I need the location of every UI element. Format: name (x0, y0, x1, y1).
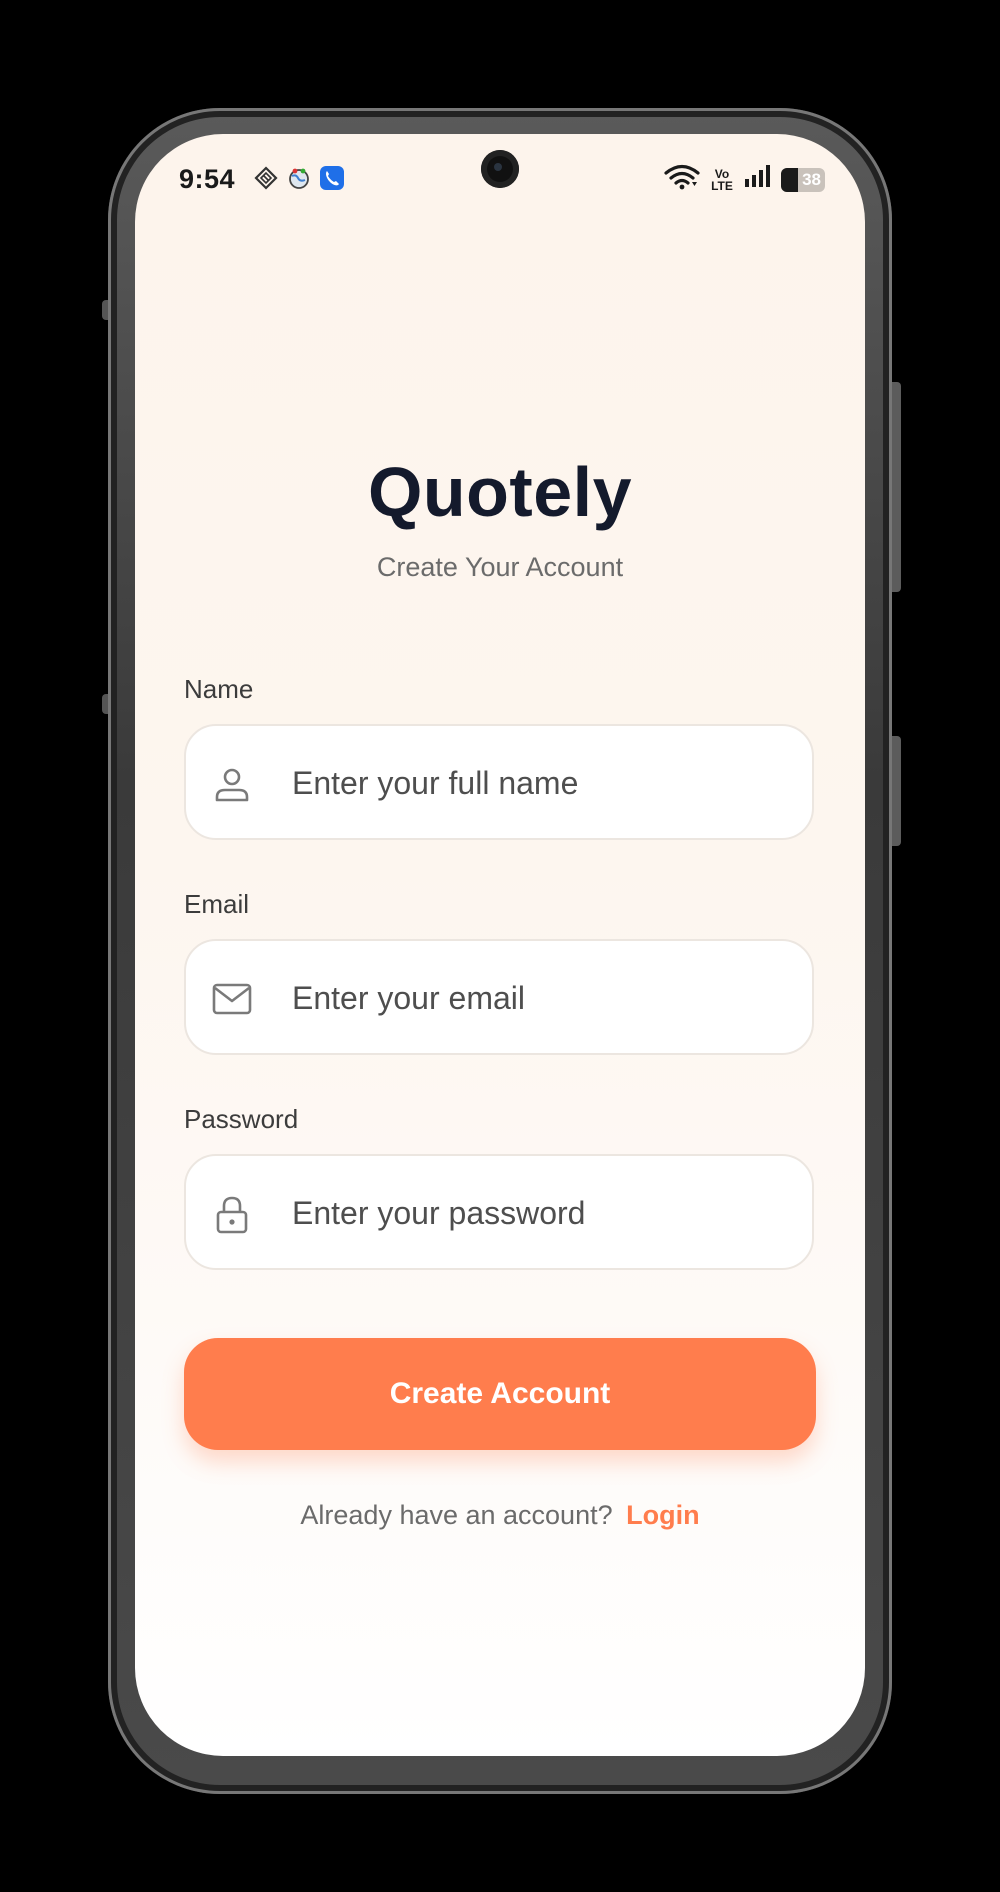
login-prompt: Already have an account? Login (135, 1500, 865, 1531)
status-time: 9:54 (179, 164, 236, 194)
tag-icon (253, 165, 279, 191)
login-link[interactable]: Login (626, 1500, 699, 1530)
volume-button (892, 736, 901, 846)
password-label: Password (184, 1104, 299, 1134)
power-button (892, 382, 901, 592)
front-camera (481, 150, 519, 188)
volte-indicator: Vo LTE (711, 166, 733, 193)
app-title: Quotely (367, 453, 633, 531)
page-subtitle: Create Your Account (376, 552, 624, 582)
lock-icon (212, 1194, 252, 1234)
device-stage: 9:54 Vo LTE 38 Quotely Create Your Accou… (0, 0, 1000, 1892)
name-field[interactable] (184, 724, 814, 840)
battery-icon: 38 (781, 167, 825, 192)
create-account-button[interactable]: Create Account (184, 1338, 816, 1450)
name-label: Name (184, 674, 254, 704)
system-icons: Vo LTE 38 (664, 164, 825, 195)
password-input[interactable] (290, 1156, 794, 1270)
status-bar: 9:54 Vo LTE 38 (135, 134, 865, 224)
wifi-icon (664, 164, 700, 195)
globe-icon (286, 165, 312, 191)
email-label: Email (184, 889, 250, 919)
signal-icon (744, 165, 772, 194)
phone-app-icon (319, 165, 345, 191)
email-field[interactable] (184, 939, 814, 1055)
notification-icons (253, 165, 345, 191)
name-input[interactable] (290, 726, 794, 840)
user-icon (212, 764, 252, 804)
email-input[interactable] (290, 941, 794, 1055)
password-field[interactable] (184, 1154, 814, 1270)
mail-icon (212, 979, 252, 1019)
app-screen: 9:54 Vo LTE 38 Quotely Create Your Accou… (135, 134, 865, 1756)
battery-level: 38 (802, 169, 821, 189)
login-prompt-text: Already have an account? (300, 1500, 613, 1530)
